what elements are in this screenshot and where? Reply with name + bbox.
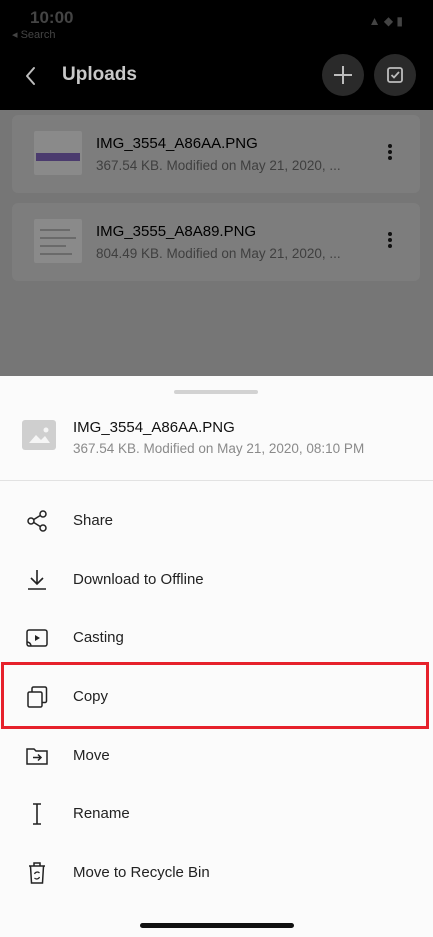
back-button[interactable] bbox=[18, 62, 46, 90]
status-time: 10:00 bbox=[30, 8, 74, 27]
file-row[interactable]: IMG_3554_A86AA.PNG 367.54 KB. Modified o… bbox=[12, 115, 420, 193]
share-icon bbox=[27, 510, 47, 532]
page-title: Uploads bbox=[62, 64, 137, 85]
checkbox-icon bbox=[387, 67, 403, 83]
file-thumbnail bbox=[34, 219, 82, 263]
move-icon bbox=[26, 748, 48, 765]
app-header: 10:00 ◂ Search ▲ ◆ ▮ Uploads bbox=[0, 0, 433, 110]
cast-icon bbox=[26, 629, 48, 647]
file-list: IMG_3554_A86AA.PNG 367.54 KB. Modified o… bbox=[0, 110, 433, 376]
action-rename[interactable]: Rename bbox=[0, 785, 433, 843]
selected-file-meta: 367.54 KB. Modified on May 21, 2020, 08:… bbox=[73, 441, 365, 456]
plus-icon bbox=[334, 66, 352, 84]
action-label: Move to Recycle Bin bbox=[73, 864, 210, 881]
action-label: Casting bbox=[73, 629, 124, 646]
divider bbox=[0, 480, 433, 481]
sheet-drag-handle[interactable] bbox=[174, 390, 258, 394]
selected-file-name: IMG_3554_A86AA.PNG bbox=[73, 419, 235, 436]
file-row[interactable]: IMG_3555_A8A89.PNG 804.49 KB. Modified o… bbox=[12, 203, 420, 281]
action-label: Share bbox=[73, 512, 114, 529]
status-back-to-search: ◂ Search bbox=[12, 29, 56, 41]
file-name: IMG_3555_A8A89.PNG bbox=[96, 223, 257, 240]
recycle-bin-icon bbox=[29, 862, 45, 884]
download-icon bbox=[28, 570, 46, 590]
action-download-offline[interactable]: Download to Offline bbox=[0, 551, 433, 609]
action-move-to-recycle-bin[interactable]: Move to Recycle Bin bbox=[0, 844, 433, 902]
chevron-left-icon bbox=[26, 67, 35, 85]
select-button[interactable] bbox=[374, 54, 416, 96]
action-casting[interactable]: Casting bbox=[0, 609, 433, 667]
action-label: Move bbox=[73, 747, 110, 764]
action-sheet: IMG_3554_A86AA.PNG 367.54 KB. Modified o… bbox=[0, 376, 433, 937]
more-options-icon[interactable] bbox=[380, 230, 400, 254]
file-meta: 804.49 KB. Modified on May 21, 2020, ... bbox=[96, 246, 341, 261]
file-name: IMG_3554_A86AA.PNG bbox=[96, 135, 258, 152]
add-button[interactable] bbox=[322, 54, 364, 96]
action-share[interactable]: Share bbox=[0, 492, 433, 550]
file-thumbnail bbox=[34, 131, 82, 175]
copy-highlight-box bbox=[1, 662, 429, 729]
action-label: Rename bbox=[73, 805, 130, 822]
status-icons: ▲ ◆ ▮ bbox=[368, 14, 403, 28]
home-indicator bbox=[140, 923, 294, 928]
more-options-icon[interactable] bbox=[380, 142, 400, 166]
action-label: Download to Offline bbox=[73, 571, 204, 588]
rename-icon bbox=[33, 803, 41, 825]
image-file-icon bbox=[22, 420, 56, 450]
file-meta: 367.54 KB. Modified on May 21, 2020, ... bbox=[96, 158, 341, 173]
action-move[interactable]: Move bbox=[0, 727, 433, 785]
